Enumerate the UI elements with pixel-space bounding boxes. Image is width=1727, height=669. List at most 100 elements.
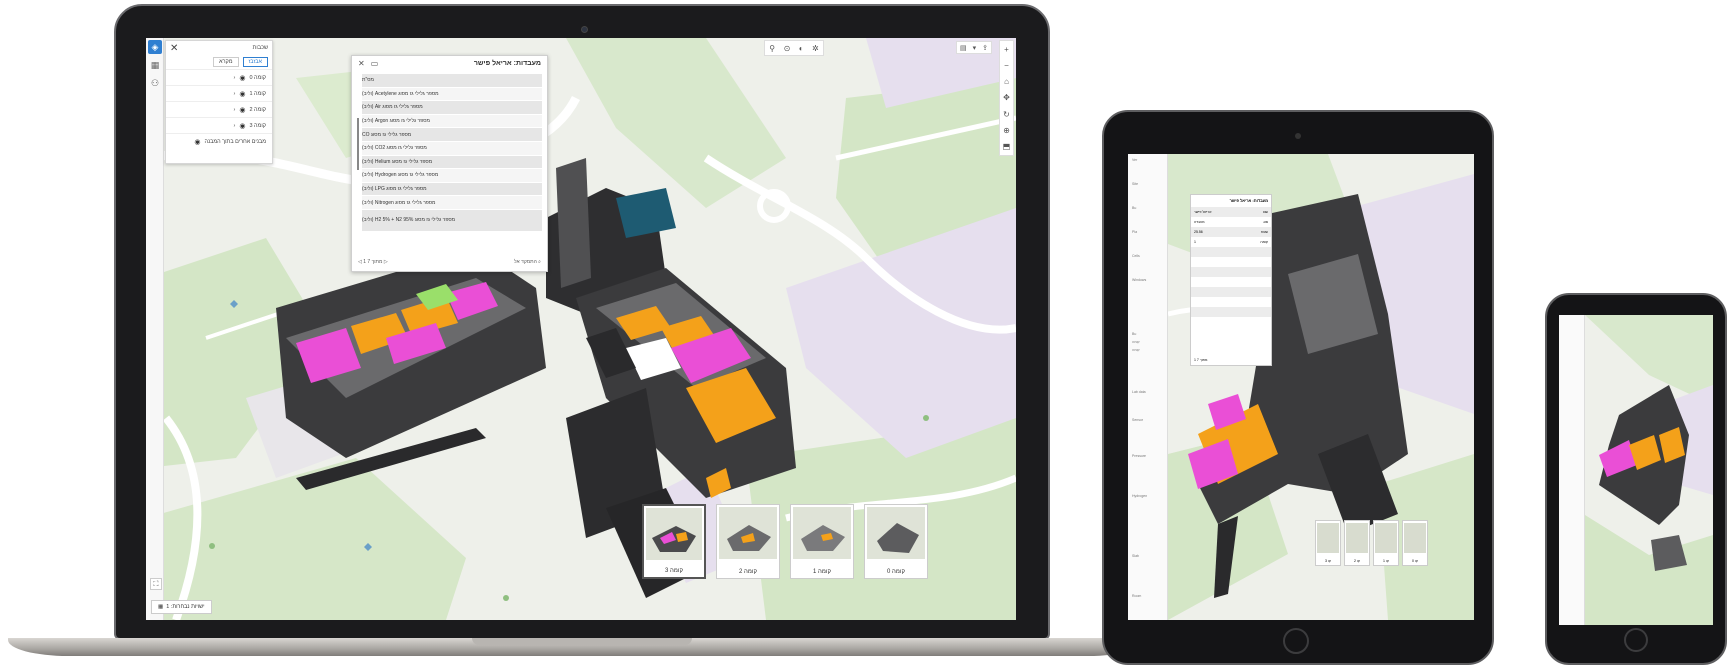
close-icon[interactable]: ✕ <box>170 43 178 54</box>
close-icon[interactable]: ✕ <box>358 59 365 68</box>
tablet-screen: Ver Site Bu Pla Cells Windows Bu קומה קו… <box>1128 154 1474 620</box>
tablet-attribute-row: סוג מעבדה <box>1191 217 1271 227</box>
rotate-icon[interactable]: ↻ <box>1003 110 1010 119</box>
orbit-icon[interactable]: ⊙ <box>784 44 791 53</box>
popup-scrollbar[interactable] <box>357 118 359 170</box>
tablet-popup-pager[interactable]: 1 מתוך 7 <box>1194 358 1207 362</box>
tablet-layer-item[interactable]: Pressure <box>1132 454 1146 458</box>
tablet-layer-item[interactable]: קומה <box>1132 340 1140 344</box>
tablet-floor-thumbnail[interactable]: 2 קו <box>1344 520 1370 566</box>
attribute-row: מספר גלילי גז מסוג CO2 (וליב) <box>362 141 542 156</box>
pan-icon[interactable]: ✥ <box>1003 93 1010 102</box>
attr-key: שם <box>1263 210 1268 214</box>
tablet-layer-item[interactable]: Bu <box>1132 206 1136 210</box>
tablet-layer-item[interactable]: Pla <box>1132 230 1137 234</box>
tilt-icon[interactable]: ⬒ <box>1003 142 1011 151</box>
walk-icon[interactable]: ⚲ <box>769 44 775 53</box>
laptop-screen: ◈ ▦ ⚇ שכבות ✕ אבזבז מקרא קומה 0 ◉ ‹ קומה 1… <box>146 38 1016 620</box>
thumbnail-label: קומה 2 <box>738 569 758 575</box>
attribute-row: מספר גלילי גז מסוג Argon (וליב) <box>362 114 542 129</box>
eye-icon[interactable]: ◉ <box>239 106 245 114</box>
layers-panel-title: שכבות <box>252 45 268 51</box>
tablet-floor-thumbnail[interactable]: 1 קו <box>1373 520 1399 566</box>
popup-attributes-table: מס"ת מספר גלילי גז מסוג Acetylene (וליב)… <box>362 74 542 232</box>
laptop-notch <box>472 638 692 645</box>
tablet-layer-item[interactable]: Cells <box>1132 254 1140 258</box>
layers-icon[interactable]: ◈ <box>148 40 162 54</box>
attr-key: סוג <box>1263 220 1268 224</box>
tablet-layer-item[interactable]: Room <box>1132 594 1141 598</box>
tablet-attribute-row <box>1191 317 1271 327</box>
grid-icon[interactable]: ▦ <box>148 58 162 72</box>
tablet-floor-thumbnail[interactable]: 0 קו <box>1402 520 1428 566</box>
eye-icon[interactable]: ◉ <box>239 74 245 82</box>
dock-icon[interactable]: ▭ <box>371 59 379 68</box>
attr-value: 25.56 <box>1194 230 1203 234</box>
floor-thumbnail[interactable]: קומה 2 <box>716 504 780 579</box>
shadow-icon[interactable]: ◐ <box>799 44 804 53</box>
chevron-icon[interactable]: ‹ <box>234 107 236 113</box>
left-toolbar: ◈ ▦ ⚇ <box>146 38 164 620</box>
attribute-row: מס"ת <box>362 74 542 88</box>
thumbnail-label: 0 קו <box>1412 559 1418 563</box>
floor-thumbnail[interactable]: קומה 1 <box>790 504 854 579</box>
tablet-floor-thumbnail[interactable]: 3 קו <box>1315 520 1341 566</box>
floor-label: קומה 1 <box>249 90 266 97</box>
tablet-layers-panel: Ver Site Bu Pla Cells Windows Bu קומה קו… <box>1128 154 1168 620</box>
floor-row-0[interactable]: קומה 0 ◉ ‹ <box>166 69 272 85</box>
settings-icon[interactable]: ✲ <box>812 44 819 53</box>
eye-icon[interactable]: ◉ <box>239 122 245 130</box>
tablet-layer-item[interactable]: Site <box>1132 182 1138 186</box>
floor-thumbnail[interactable]: קומה 3 <box>642 504 706 579</box>
tablet-attribute-row <box>1191 307 1271 317</box>
floor-row-3[interactable]: קומה 3 ◉ ‹ <box>166 117 272 133</box>
navigation-tools: + − ⌂ ✥ ↻ ⊕ ⬒ <box>999 40 1014 156</box>
tablet-layer-item[interactable]: Windows <box>1132 278 1146 282</box>
chevron-icon[interactable]: ‹ <box>234 91 236 97</box>
home-icon[interactable]: ⌂ <box>1004 77 1009 86</box>
tablet-layer-item[interactable]: Hydrogen <box>1132 494 1147 498</box>
floor-thumbnail[interactable]: קומה 0 <box>864 504 928 579</box>
people-icon[interactable]: ⚇ <box>148 76 162 90</box>
floor-row-1[interactable]: קומה 1 ◉ ‹ <box>166 85 272 101</box>
attr-value: מעבדה <box>1194 220 1205 224</box>
attr-key: שטח <box>1260 230 1268 234</box>
thumbnail-image <box>1375 523 1397 553</box>
fullscreen-icon[interactable]: ⛶ <box>150 578 162 590</box>
other-structures-row[interactable]: מבנים אחרים בתוך המבנה ◉ <box>166 133 272 149</box>
basemap-toolbar: ▤ ▾ ⇪ <box>956 41 992 54</box>
tablet-layer-item[interactable]: Slab <box>1132 554 1139 558</box>
eye-icon[interactable]: ◉ <box>194 138 200 146</box>
zoom-in-icon[interactable]: + <box>1004 45 1009 54</box>
devices-mockup: ◈ ▦ ⚇ שכבות ✕ אבזבז מקרא קומה 0 ◉ ‹ קומה 1… <box>0 0 1727 669</box>
tablet-popup-title: מעבדות: אריאל פישר <box>1229 198 1268 203</box>
tablet-attribute-row <box>1191 267 1271 277</box>
basemap-icon[interactable]: ▤ <box>960 44 967 52</box>
tablet-layer-item[interactable]: Lab data <box>1132 390 1146 394</box>
share-icon[interactable]: ⇪ <box>982 44 988 52</box>
zoom-out-icon[interactable]: − <box>1004 61 1009 70</box>
chevron-icon[interactable]: ‹ <box>234 75 236 81</box>
attribute-row: מספר גלילי גז מסוג CO <box>362 128 542 142</box>
tablet-floor-thumbnails: 3 קו 2 קו 1 קו 0 קו <box>1315 520 1428 566</box>
chevron-down-icon[interactable]: ▾ <box>973 44 977 52</box>
layers-panel-header: שכבות ✕ <box>166 41 272 55</box>
attr-value: 1 <box>1194 240 1196 244</box>
chevron-icon[interactable]: ‹ <box>234 123 236 129</box>
tablet-layer-item[interactable]: Sensor <box>1132 418 1143 422</box>
zoom-to-button[interactable]: התמקד אל ⌕ <box>514 259 541 265</box>
tablet-layer-item[interactable]: קומה <box>1132 348 1140 352</box>
floor-row-2[interactable]: קומה 2 ◉ ‹ <box>166 101 272 117</box>
tab-legend[interactable]: מקרא <box>213 57 239 67</box>
tab-layers[interactable]: אבזבז <box>242 57 268 67</box>
tablet-feature-popup: מעבדות: אריאל פישר שם אריאל פישר סוג מעבדה… <box>1190 194 1272 366</box>
selected-features-button[interactable]: ישויות נבחרות: 1 ▦ <box>151 600 212 614</box>
tablet-layer-item[interactable]: Bu <box>1132 332 1136 336</box>
eye-icon[interactable]: ◉ <box>239 90 245 98</box>
thumbnail-image <box>1346 523 1368 553</box>
compass-icon[interactable]: ⊕ <box>1003 126 1010 135</box>
floor-label: קומה 2 <box>249 106 266 113</box>
zoom-to-label: התמקד אל <box>513 259 537 265</box>
tablet-layer-item[interactable]: Ver <box>1132 158 1137 162</box>
popup-pager[interactable]: ◁ 1 מתוך 7 ▷ <box>358 259 388 265</box>
